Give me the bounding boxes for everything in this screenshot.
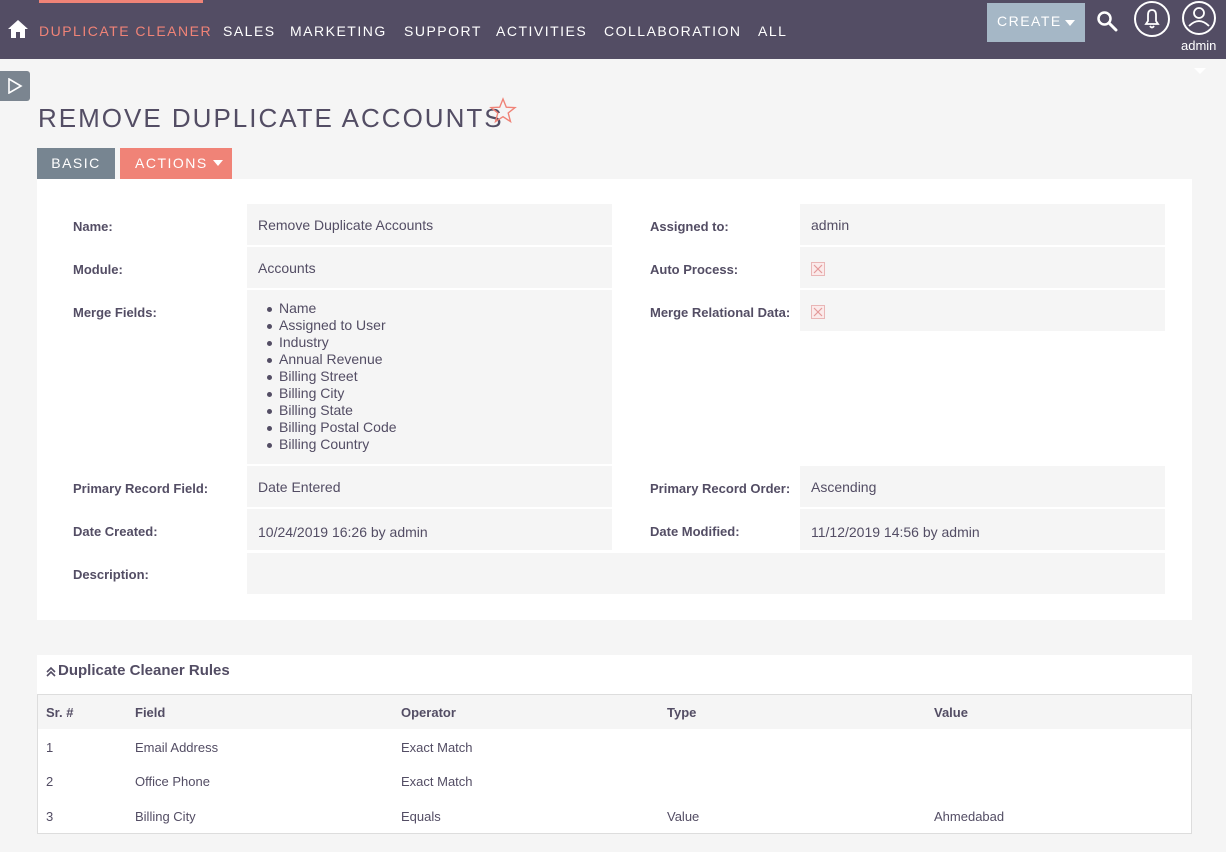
list-item: Billing Postal Code xyxy=(267,419,612,436)
table-cell: Email Address xyxy=(135,740,219,755)
rules-panel-title[interactable]: Duplicate Cleaner Rules xyxy=(58,662,230,679)
auto-process-label: Auto Process: xyxy=(650,262,739,277)
table-cell: 2 xyxy=(46,774,54,789)
tab-basic[interactable]: BASIC xyxy=(37,148,115,179)
list-item: Billing Street xyxy=(267,368,612,385)
date-created-label: Date Created: xyxy=(73,524,158,539)
unchecked-checkbox-icon xyxy=(811,305,825,319)
list-item: Billing City xyxy=(267,385,612,402)
table-cell: 1 xyxy=(46,740,54,755)
merge-fields-list: Name Assigned to User Industry Annual Re… xyxy=(258,290,612,453)
table-cell: Equals xyxy=(401,809,441,824)
create-button-label: CREATE xyxy=(997,13,1062,29)
rules-panel-header[interactable]: Duplicate Cleaner Rules xyxy=(37,655,1192,694)
nav-item-marketing[interactable]: Marketing xyxy=(290,23,387,39)
top-navigation-bar: Duplicate Cleaner Sales Marketing Suppor… xyxy=(0,0,1226,59)
search-icon[interactable] xyxy=(1096,10,1118,32)
nav-item-collaboration[interactable]: Collaboration xyxy=(604,23,742,39)
create-button[interactable]: CREATE xyxy=(987,3,1085,42)
notification-bell-icon[interactable] xyxy=(1133,0,1171,38)
merge-relational-label: Merge Relational Data: xyxy=(650,305,791,320)
description-label: Description: xyxy=(73,567,149,582)
caret-down-icon xyxy=(213,160,223,166)
play-triangle-icon xyxy=(8,78,23,94)
column-header-type: Type xyxy=(667,705,697,720)
table-cell: Exact Match xyxy=(401,774,473,789)
nav-active-indicator xyxy=(39,0,203,3)
unchecked-checkbox-icon xyxy=(811,262,825,276)
name-label: Name: xyxy=(73,219,113,234)
table-cell: 3 xyxy=(46,809,54,824)
favorite-star-icon[interactable] xyxy=(489,97,517,125)
nav-item-sales[interactable]: Sales xyxy=(223,23,276,39)
primary-record-order-label: Primary Record Order: xyxy=(650,481,791,496)
table-header-row: Sr. # Field Operator Type Value xyxy=(38,695,1191,729)
caret-down-icon xyxy=(1065,20,1075,26)
module-value: Accounts xyxy=(247,247,612,288)
table-cell: Value xyxy=(667,809,700,824)
rules-table: Sr. # Field Operator Type Value 1 Email … xyxy=(37,694,1192,834)
list-item: Billing State xyxy=(267,402,612,419)
table-cell: Ahmedabad xyxy=(934,809,1005,824)
list-item: Billing Country xyxy=(267,436,612,453)
assigned-to-label: Assigned to: xyxy=(650,219,729,234)
date-modified-value: 11/12/2019 14:56 by admin xyxy=(800,509,1165,550)
nav-item-duplicate-cleaner[interactable]: Duplicate Cleaner xyxy=(39,23,212,39)
column-header-field: Field xyxy=(135,705,166,720)
table-cell: Office Phone xyxy=(135,774,210,789)
column-header-operator: Operator xyxy=(401,705,456,720)
description-value xyxy=(247,553,1165,594)
list-item: Industry xyxy=(267,334,612,351)
user-avatar-icon[interactable] xyxy=(1181,0,1217,36)
user-name[interactable]: admin xyxy=(1181,38,1216,53)
nav-item-support[interactable]: Support xyxy=(404,23,482,39)
merge-fields-label: Merge Fields: xyxy=(73,305,157,320)
table-cell: Billing City xyxy=(135,809,196,824)
merge-relational-value xyxy=(800,290,1165,331)
detail-panel: Name: Remove Duplicate Accounts Assigned… xyxy=(37,179,1192,620)
primary-record-order-value: Ascending xyxy=(800,466,1165,507)
sidebar-toggle-button[interactable] xyxy=(0,71,30,101)
list-item: Assigned to User xyxy=(267,317,612,334)
merge-fields-value: Name Assigned to User Industry Annual Re… xyxy=(247,290,612,464)
nav-item-all[interactable]: All xyxy=(758,23,787,39)
primary-record-field-value: Date Entered xyxy=(247,466,612,507)
primary-record-field-label: Primary Record Field: xyxy=(73,481,209,496)
actions-dropdown-button[interactable]: ACTIONS xyxy=(120,148,232,179)
module-label: Module: xyxy=(73,262,123,277)
column-header-value: Value xyxy=(934,705,968,720)
page-title: REMOVE DUPLICATE ACCOUNTS xyxy=(38,103,504,133)
home-icon[interactable] xyxy=(7,18,29,40)
auto-process-value xyxy=(800,247,1165,288)
nav-item-activities[interactable]: Activities xyxy=(496,23,587,39)
table-cell: Exact Match xyxy=(401,740,473,755)
actions-label: ACTIONS xyxy=(135,155,208,171)
date-created-value: 10/24/2019 16:26 by admin xyxy=(247,509,612,550)
list-item: Annual Revenue xyxy=(267,351,612,368)
assigned-to-value: admin xyxy=(800,204,1165,245)
column-header-sr: Sr. # xyxy=(46,705,74,720)
date-modified-label: Date Modified: xyxy=(650,524,740,539)
name-value: Remove Duplicate Accounts xyxy=(247,204,612,245)
list-item: Name xyxy=(267,300,612,317)
double-chevron-up-icon[interactable] xyxy=(46,666,56,678)
user-menu-caret-icon[interactable] xyxy=(1194,68,1206,74)
